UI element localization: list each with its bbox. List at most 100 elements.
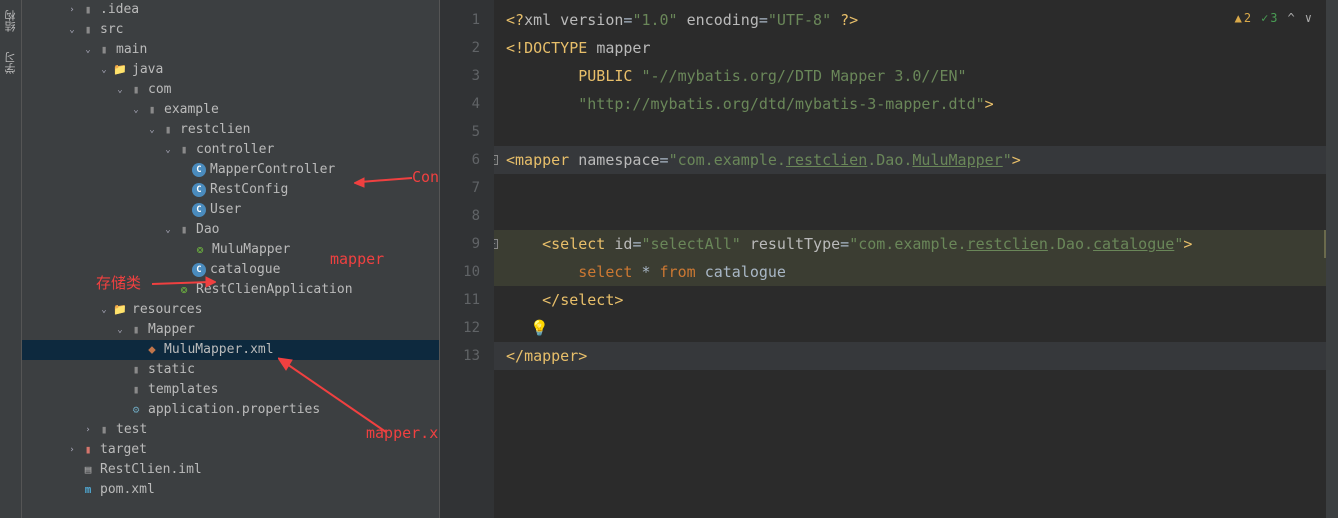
tree-item-resources[interactable]: ⌄📁resources bbox=[22, 300, 439, 320]
folder-dark-icon: ▮ bbox=[128, 82, 144, 98]
folder-dark-icon: ▮ bbox=[96, 42, 112, 58]
folder-dark-icon: ▮ bbox=[160, 122, 176, 138]
editor-gutter: 12345678910111213 bbox=[440, 0, 494, 518]
tree-item-restconfig[interactable]: CRestConfig bbox=[22, 180, 439, 200]
chevron-icon[interactable]: ⌄ bbox=[66, 24, 78, 36]
chevron-icon[interactable]: ⌄ bbox=[130, 104, 142, 116]
tree-item-catalogue[interactable]: Ccatalogue bbox=[22, 260, 439, 280]
intention-bulb-icon[interactable]: 💡 bbox=[530, 319, 549, 337]
tree-item-application-properties[interactable]: ⚙application.properties bbox=[22, 400, 439, 420]
folder-dark-icon: ▮ bbox=[176, 142, 192, 158]
tree-item-example[interactable]: ⌄▮example bbox=[22, 100, 439, 120]
tree-item-label: Dao bbox=[196, 220, 219, 240]
code-line[interactable]: PUBLIC "-//mybatis.org//DTD Mapper 3.0//… bbox=[494, 62, 1326, 90]
folder-icon: 📁 bbox=[112, 62, 128, 78]
maven-icon: m bbox=[80, 482, 96, 498]
code-line[interactable] bbox=[494, 174, 1326, 202]
code-line[interactable]: 💡 bbox=[494, 314, 1326, 342]
line-number[interactable]: 2 bbox=[440, 34, 480, 62]
tree-item-mulumapper[interactable]: ❂MuluMapper bbox=[22, 240, 439, 260]
chevron-icon bbox=[178, 244, 190, 256]
line-number[interactable]: 3 bbox=[440, 62, 480, 90]
code-line[interactable]: −<mapper namespace="com.example.restclie… bbox=[494, 146, 1326, 174]
chevron-icon[interactable]: ⌄ bbox=[98, 304, 110, 316]
line-number[interactable]: 11 bbox=[440, 286, 480, 314]
code-line[interactable] bbox=[494, 118, 1326, 146]
folder-dark-icon: ▮ bbox=[80, 22, 96, 38]
tree-item-restclienapplication[interactable]: ❂RestClienApplication bbox=[22, 280, 439, 300]
line-number[interactable]: 10 bbox=[440, 258, 480, 286]
line-number[interactable]: 1 bbox=[440, 6, 480, 34]
chevron-icon bbox=[130, 344, 142, 356]
chevron-icon[interactable]: ⌄ bbox=[82, 44, 94, 56]
tree-item-test[interactable]: ›▮test bbox=[22, 420, 439, 440]
tree-item-dao[interactable]: ⌄▮Dao bbox=[22, 220, 439, 240]
tree-item-controller[interactable]: ⌄▮controller bbox=[22, 140, 439, 160]
code-line[interactable]: <!DOCTYPE mapper bbox=[494, 34, 1326, 62]
tree-item-label: com bbox=[148, 80, 171, 100]
tree-item-label: src bbox=[100, 20, 123, 40]
tree-item--idea[interactable]: ›▮.idea bbox=[22, 0, 439, 20]
tree-item-static[interactable]: ▮static bbox=[22, 360, 439, 380]
chevron-icon[interactable]: › bbox=[82, 424, 94, 436]
code-line[interactable]: "http://mybatis.org/dtd/mybatis-3-mapper… bbox=[494, 90, 1326, 118]
tree-item-restclien[interactable]: ⌄▮restclien bbox=[22, 120, 439, 140]
line-number[interactable]: 4 bbox=[440, 90, 480, 118]
tree-item-label: RestClienApplication bbox=[196, 280, 353, 300]
tree-item-target[interactable]: ›▮target bbox=[22, 440, 439, 460]
tree-item-pom-xml[interactable]: mpom.xml bbox=[22, 480, 439, 500]
tab-learn[interactable]: 学习 bbox=[3, 52, 19, 74]
code-line[interactable] bbox=[494, 202, 1326, 230]
tree-item-label: catalogue bbox=[210, 260, 280, 280]
code-line[interactable]: </select> bbox=[494, 286, 1326, 314]
line-number[interactable]: 7 bbox=[440, 174, 480, 202]
tree-item-label: RestClien.iml bbox=[100, 460, 202, 480]
tree-item-templates[interactable]: ▮templates bbox=[22, 380, 439, 400]
tree-item-mulumapper-xml[interactable]: ⬥MuluMapper.xml bbox=[22, 340, 439, 360]
iml-icon: ▤ bbox=[80, 462, 96, 478]
tree-item-label: target bbox=[100, 440, 147, 460]
chevron-icon[interactable]: ⌄ bbox=[98, 64, 110, 76]
line-number[interactable]: 8 bbox=[440, 202, 480, 230]
tree-item-label: MuluMapper bbox=[212, 240, 290, 260]
line-number[interactable]: 9 bbox=[440, 230, 480, 258]
tree-item-mapper[interactable]: ⌄▮Mapper bbox=[22, 320, 439, 340]
folder-dark-icon: ▮ bbox=[176, 222, 192, 238]
editor-scrollbar[interactable] bbox=[1326, 0, 1338, 518]
chevron-icon bbox=[114, 404, 126, 416]
editor[interactable]: ▲2 ✓3 ^ ∨ <?xml version="1.0" encoding="… bbox=[494, 0, 1326, 518]
fold-icon[interactable]: − bbox=[494, 239, 498, 249]
chevron-icon[interactable]: › bbox=[66, 444, 78, 456]
code-line[interactable]: </mapper> bbox=[494, 342, 1326, 370]
chevron-icon bbox=[66, 464, 78, 476]
chevron-icon bbox=[162, 284, 174, 296]
fold-icon[interactable]: − bbox=[494, 155, 498, 165]
line-number[interactable]: 13 bbox=[440, 342, 480, 370]
line-number[interactable]: 6 bbox=[440, 146, 480, 174]
chevron-icon[interactable]: › bbox=[66, 4, 78, 16]
tree-item-restclien-iml[interactable]: ▤RestClien.iml bbox=[22, 460, 439, 480]
tree-item-label: User bbox=[210, 200, 241, 220]
tree-item-user[interactable]: CUser bbox=[22, 200, 439, 220]
code-line[interactable]: select * from catalogue bbox=[494, 258, 1326, 286]
tree-item-label: controller bbox=[196, 140, 274, 160]
tree-item-java[interactable]: ⌄📁java bbox=[22, 60, 439, 80]
chevron-icon[interactable]: ⌄ bbox=[146, 124, 158, 136]
code-line[interactable]: − <select id="selectAll" resultType="com… bbox=[494, 230, 1326, 258]
tree-item-com[interactable]: ⌄▮com bbox=[22, 80, 439, 100]
chevron-icon[interactable]: ⌄ bbox=[162, 144, 174, 156]
tree-item-src[interactable]: ⌄▮src bbox=[22, 20, 439, 40]
line-number[interactable]: 5 bbox=[440, 118, 480, 146]
tree-item-label: RestConfig bbox=[210, 180, 288, 200]
tree-item-mappercontroller[interactable]: CMapperController bbox=[22, 160, 439, 180]
chevron-icon[interactable]: ⌄ bbox=[114, 324, 126, 336]
chevron-icon bbox=[178, 264, 190, 276]
tree-item-label: templates bbox=[148, 380, 218, 400]
code-line[interactable]: <?xml version="1.0" encoding="UTF-8" ?> bbox=[494, 6, 1326, 34]
tree-item-main[interactable]: ⌄▮main bbox=[22, 40, 439, 60]
chevron-icon bbox=[114, 364, 126, 376]
line-number[interactable]: 12 bbox=[440, 314, 480, 342]
chevron-icon[interactable]: ⌄ bbox=[114, 84, 126, 96]
tab-structure[interactable]: 结构 bbox=[3, 10, 19, 32]
chevron-icon[interactable]: ⌄ bbox=[162, 224, 174, 236]
